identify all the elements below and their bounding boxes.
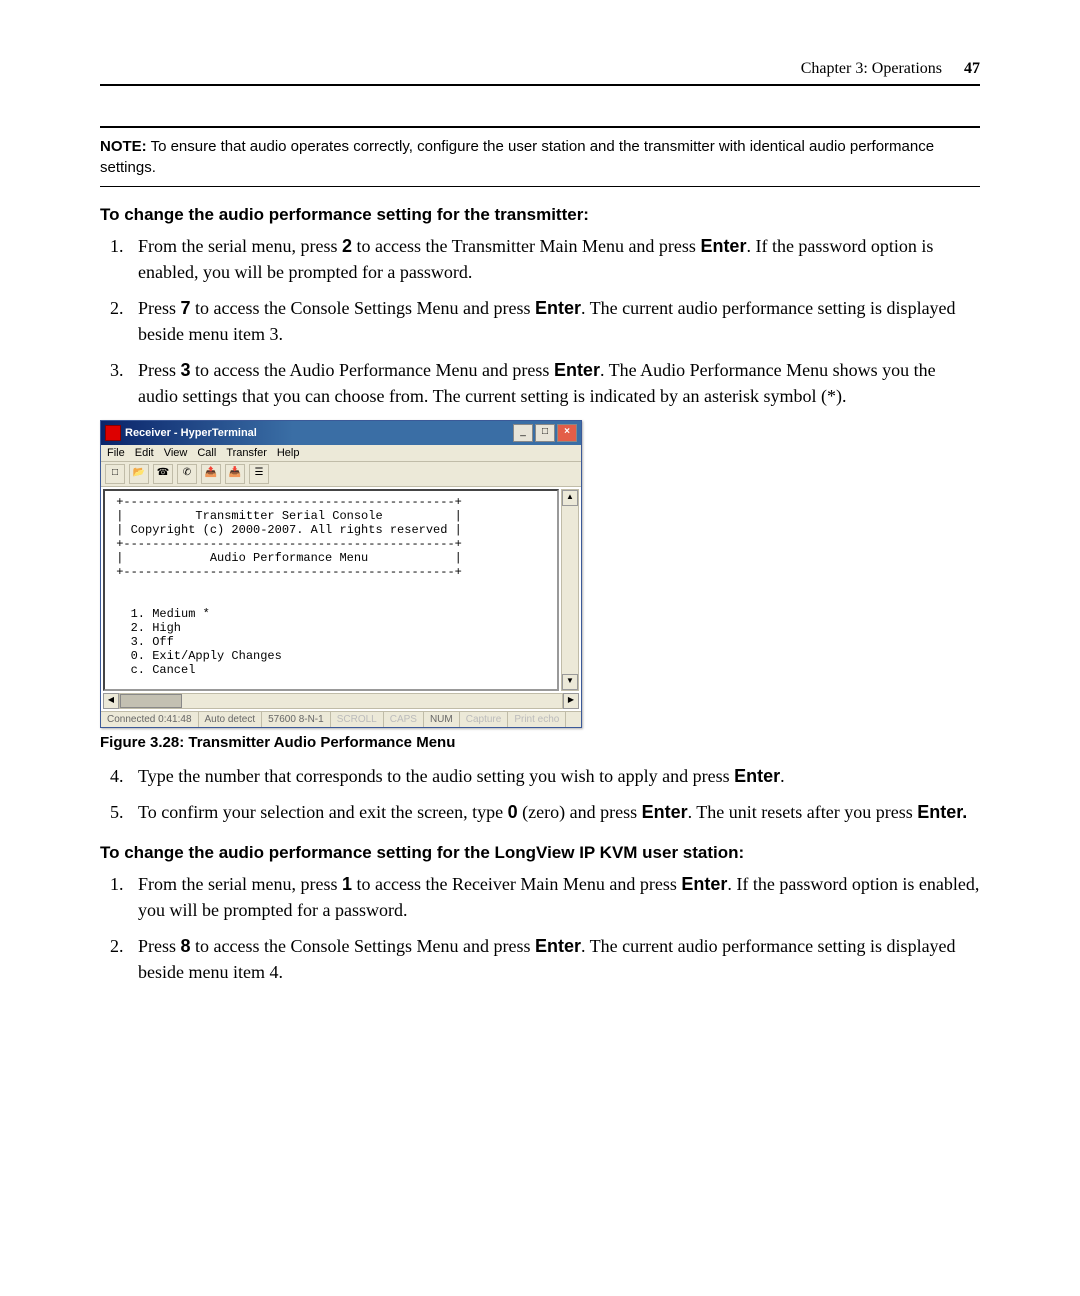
procedure-1-heading: To change the audio performance setting … — [100, 205, 980, 225]
scroll-track-h[interactable] — [119, 693, 563, 709]
key-enter: Enter — [681, 874, 727, 894]
key-7: 7 — [181, 298, 191, 318]
window-title: Receiver - HyperTerminal — [125, 427, 513, 439]
status-auto: Auto detect — [199, 712, 263, 727]
status-capture: Capture — [460, 712, 509, 727]
key-enter: Enter — [642, 802, 688, 822]
status-baud: 57600 8-N-1 — [262, 712, 331, 727]
list-item: Type the number that corresponds to the … — [128, 763, 980, 789]
open-icon[interactable]: 📂 — [129, 464, 149, 484]
scroll-down-icon[interactable]: ▼ — [562, 674, 578, 690]
page-number: 47 — [964, 60, 980, 77]
app-icon — [105, 425, 121, 441]
menu-help[interactable]: Help — [277, 447, 300, 459]
status-echo: Print echo — [508, 712, 566, 727]
key-enter: Enter — [734, 766, 780, 786]
note-text: To ensure that audio operates correctly,… — [100, 138, 934, 176]
key-0: 0 — [508, 802, 518, 822]
status-caps: CAPS — [384, 712, 424, 727]
page-header: Chapter 3: Operations 47 — [100, 60, 980, 86]
send-icon[interactable]: 📤 — [201, 464, 221, 484]
key-enter: Enter — [554, 360, 600, 380]
key-enter: Enter. — [917, 802, 967, 822]
list-item: From the serial menu, press 1 to access … — [128, 871, 980, 923]
hyperterminal-window: Receiver - HyperTerminal _ □ × File Edit… — [100, 420, 582, 728]
procedure-2-list: From the serial menu, press 1 to access … — [100, 871, 980, 985]
list-item: From the serial menu, press 2 to access … — [128, 233, 980, 285]
key-enter: Enter — [535, 936, 581, 956]
new-icon[interactable]: □ — [105, 464, 125, 484]
procedure-2-heading: To change the audio performance setting … — [100, 843, 980, 863]
scroll-track[interactable] — [562, 506, 578, 674]
scroll-up-icon[interactable]: ▲ — [562, 490, 578, 506]
list-item: Press 3 to access the Audio Performance … — [128, 357, 980, 409]
receive-icon[interactable]: 📥 — [225, 464, 245, 484]
menu-file[interactable]: File — [107, 447, 125, 459]
scroll-right-icon[interactable]: ▶ — [563, 693, 579, 709]
terminal-area[interactable]: +---------------------------------------… — [103, 489, 559, 691]
hyperterminal-screenshot: Receiver - HyperTerminal _ □ × File Edit… — [100, 420, 980, 728]
key-3: 3 — [181, 360, 191, 380]
disconnect-icon[interactable]: ✆ — [177, 464, 197, 484]
status-bar: Connected 0:41:48 Auto detect 57600 8-N-… — [101, 711, 581, 727]
maximize-button[interactable]: □ — [535, 424, 555, 442]
key-1: 1 — [342, 874, 352, 894]
key-enter: Enter — [535, 298, 581, 318]
chapter-label: Chapter 3: Operations — [801, 60, 942, 77]
scroll-thumb[interactable] — [120, 694, 182, 708]
connect-icon[interactable]: ☎ — [153, 464, 173, 484]
status-scroll: SCROLL — [331, 712, 384, 727]
minimize-button[interactable]: _ — [513, 424, 533, 442]
menu-transfer[interactable]: Transfer — [226, 447, 267, 459]
horizontal-scrollbar[interactable]: ◀ ▶ — [103, 693, 579, 709]
menu-edit[interactable]: Edit — [135, 447, 154, 459]
scroll-left-icon[interactable]: ◀ — [103, 693, 119, 709]
window-buttons: _ □ × — [513, 424, 577, 442]
procedure-1-list: From the serial menu, press 2 to access … — [100, 233, 980, 410]
status-connected: Connected 0:41:48 — [101, 712, 199, 727]
menubar: File Edit View Call Transfer Help — [101, 445, 581, 462]
vertical-scrollbar[interactable]: ▲ ▼ — [561, 489, 579, 691]
list-item: Press 7 to access the Console Settings M… — [128, 295, 980, 347]
key-2: 2 — [342, 236, 352, 256]
procedure-1-list-continued: Type the number that corresponds to the … — [100, 763, 980, 825]
titlebar[interactable]: Receiver - HyperTerminal _ □ × — [101, 421, 581, 445]
note-label: NOTE: — [100, 138, 147, 155]
menu-call[interactable]: Call — [197, 447, 216, 459]
status-num: NUM — [424, 712, 460, 727]
props-icon[interactable]: ☰ — [249, 464, 269, 484]
toolbar: □ 📂 ☎ ✆ 📤 📥 ☰ — [101, 462, 581, 487]
note-box: NOTE: To ensure that audio operates corr… — [100, 126, 980, 187]
figure-caption: Figure 3.28: Transmitter Audio Performan… — [100, 734, 980, 751]
menu-view[interactable]: View — [164, 447, 188, 459]
list-item: Press 8 to access the Console Settings M… — [128, 933, 980, 985]
list-item: To confirm your selection and exit the s… — [128, 799, 980, 825]
key-8: 8 — [181, 936, 191, 956]
close-button[interactable]: × — [557, 424, 577, 442]
key-enter: Enter — [700, 236, 746, 256]
